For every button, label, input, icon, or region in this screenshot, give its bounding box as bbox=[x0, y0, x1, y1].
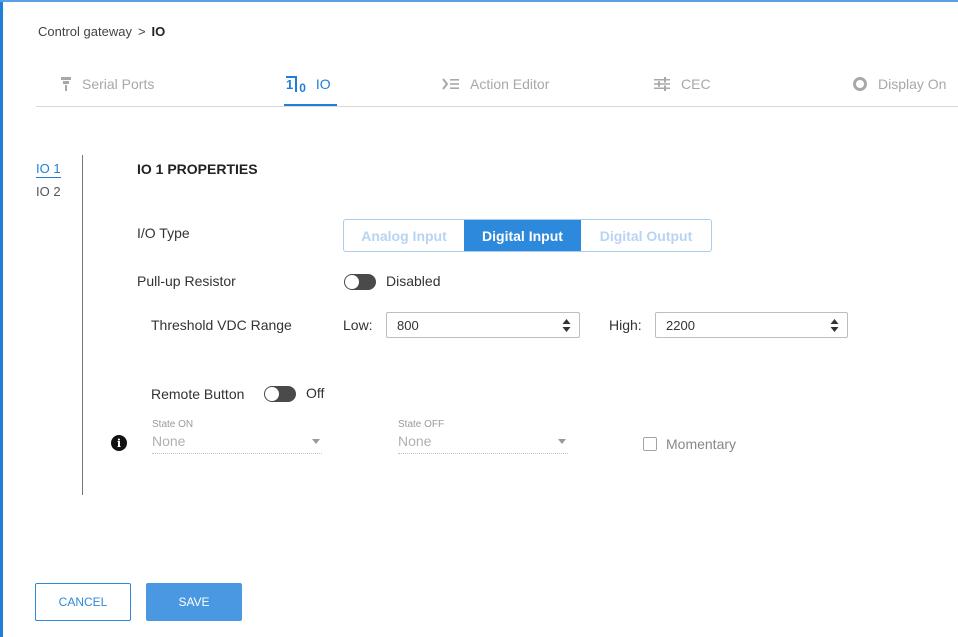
window-top-border bbox=[0, 0, 958, 2]
state-on-value-wrap: None bbox=[152, 433, 322, 454]
io-side-nav: IO 1 IO 2 bbox=[36, 160, 61, 205]
io-type-selector: Analog Input Digital Input Digital Outpu… bbox=[343, 219, 712, 252]
io-type-label: I/O Type bbox=[137, 225, 190, 241]
io-type-analog-input[interactable]: Analog Input bbox=[344, 220, 464, 251]
chevron-down-icon bbox=[312, 439, 320, 444]
cancel-button[interactable]: CANCEL bbox=[35, 583, 131, 621]
tab-serial-ports[interactable]: Serial Ports bbox=[60, 64, 154, 104]
threshold-low-label: Low: bbox=[343, 317, 373, 333]
tab-io[interactable]: 10 IO bbox=[284, 64, 337, 106]
pullup-toggle-knob bbox=[345, 275, 359, 289]
tab-bar: Serial Ports 10 IO Action Editor CEC Dis… bbox=[36, 64, 958, 107]
io-icon-one: 1 bbox=[286, 76, 298, 92]
info-icon[interactable]: i bbox=[111, 435, 127, 451]
breadcrumb-current: IO bbox=[151, 24, 166, 39]
tab-io-label: IO bbox=[315, 76, 331, 92]
tab-cec[interactable]: CEC bbox=[653, 64, 711, 104]
breadcrumb-parent[interactable]: Control gateway bbox=[38, 24, 132, 39]
threshold-label: Threshold VDC Range bbox=[151, 317, 292, 333]
chevron-down-icon bbox=[558, 439, 566, 444]
tab-serial-ports-label: Serial Ports bbox=[82, 76, 155, 92]
threshold-low-input[interactable]: 800 bbox=[386, 312, 580, 338]
state-off-label: State OFF bbox=[398, 419, 445, 430]
tab-action-editor-label: Action Editor bbox=[470, 76, 550, 92]
state-on-label: State ON bbox=[152, 419, 194, 430]
pullup-toggle[interactable] bbox=[344, 274, 376, 290]
pullup-state: Disabled bbox=[386, 273, 441, 289]
side-item-io-2[interactable]: IO 2 bbox=[36, 184, 61, 199]
action-editor-icon bbox=[442, 78, 460, 90]
section-title: IO 1 PROPERTIES bbox=[137, 161, 258, 177]
side-item-io-1[interactable]: IO 1 bbox=[36, 161, 61, 178]
breadcrumb-separator: > bbox=[137, 24, 146, 39]
state-off-value: None bbox=[398, 433, 432, 449]
threshold-high-value: 2200 bbox=[666, 318, 695, 333]
momentary-checkbox[interactable] bbox=[643, 437, 657, 451]
side-item-io1-wrap: IO 1 bbox=[36, 160, 61, 184]
state-off-select[interactable]: State OFF None bbox=[398, 419, 568, 454]
remote-button-toggle-knob bbox=[265, 387, 279, 401]
threshold-high-label: High: bbox=[609, 317, 642, 333]
spinner-icon[interactable] bbox=[562, 318, 571, 333]
threshold-low-value: 800 bbox=[397, 318, 419, 333]
state-off-value-wrap: None bbox=[398, 433, 568, 454]
sliders-icon bbox=[653, 77, 671, 91]
display-circle-icon bbox=[852, 76, 868, 92]
remote-button-toggle[interactable] bbox=[264, 386, 296, 402]
serial-port-icon bbox=[60, 76, 72, 92]
io-icon-zero: 0 bbox=[299, 81, 306, 95]
tab-action-editor[interactable]: Action Editor bbox=[442, 64, 549, 104]
window-left-border bbox=[0, 0, 3, 637]
remote-button-state: Off bbox=[306, 385, 325, 401]
state-on-value: None bbox=[152, 433, 186, 449]
remote-button-label: Remote Button bbox=[151, 386, 245, 402]
threshold-high-input[interactable]: 2200 bbox=[655, 312, 848, 338]
tab-display-on[interactable]: Display On bbox=[852, 64, 946, 104]
io-type-digital-input[interactable]: Digital Input bbox=[464, 220, 581, 251]
pullup-label: Pull-up Resistor bbox=[137, 273, 236, 289]
side-nav-divider bbox=[82, 155, 83, 495]
tab-cec-label: CEC bbox=[681, 76, 711, 92]
save-button[interactable]: SAVE bbox=[146, 583, 242, 621]
io-icon: 10 bbox=[286, 76, 306, 95]
momentary-label[interactable]: Momentary bbox=[666, 436, 736, 452]
breadcrumb: Control gateway > IO bbox=[38, 24, 165, 39]
spinner-icon[interactable] bbox=[830, 318, 839, 333]
state-on-select[interactable]: State ON None bbox=[152, 419, 322, 454]
tab-display-on-label: Display On bbox=[878, 76, 947, 92]
io-type-digital-output[interactable]: Digital Output bbox=[581, 220, 711, 251]
